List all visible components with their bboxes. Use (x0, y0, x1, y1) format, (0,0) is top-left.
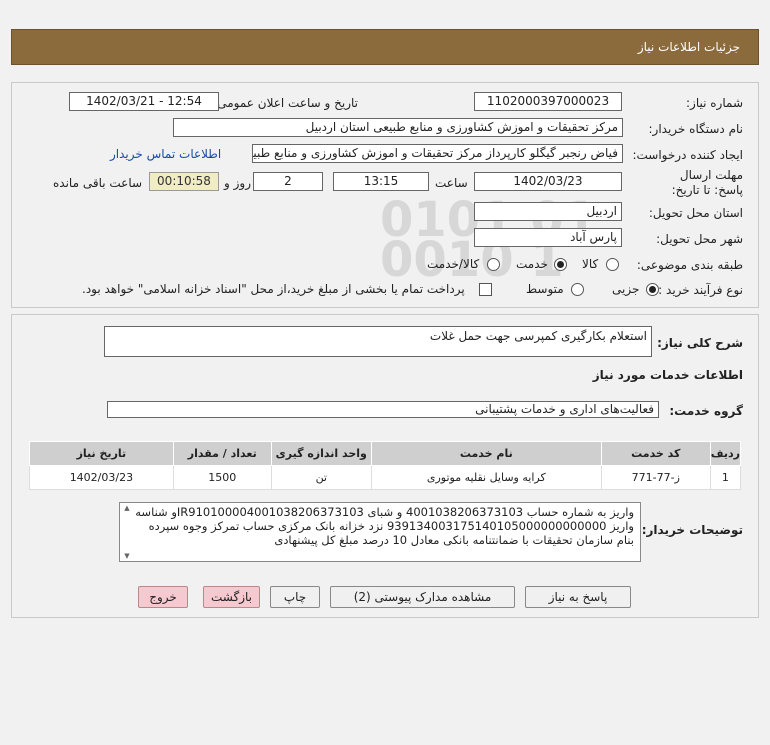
table-row: 1 ز-77-771 کرایه وسایل نقلیه موتوری تن 1… (29, 465, 742, 490)
category-goods-label: کالا (582, 257, 599, 271)
col-name-header: نام خدمت (370, 441, 602, 466)
cell-qty: 1500 (172, 465, 272, 490)
service-group-field: فعالیت‌های اداری و خدمات پشتیبانی (107, 401, 659, 418)
buyer-notes-label: توضیحات خریدار: (641, 523, 743, 537)
col-date-header: تاریخ نیاز (29, 441, 174, 466)
process-medium-radio[interactable] (571, 283, 584, 296)
process-minor-label: جزیی (612, 282, 640, 296)
days-field: 2 (253, 172, 323, 191)
services-heading: اطلاعات خدمات مورد نیاز (592, 368, 743, 382)
category-both-radio[interactable] (487, 258, 500, 271)
announce-field: 1402/03/21 - 12:54 (69, 92, 219, 111)
service-group-label: گروه خدمت: (669, 404, 743, 418)
col-row-header: ردیف (709, 441, 742, 466)
treasury-note: پرداخت تمام یا بخشی از مبلغ خرید،از محل … (82, 282, 465, 296)
category-label: طبقه بندی موضوعی: (636, 258, 743, 272)
remaining-label: ساعت باقی مانده (53, 176, 143, 190)
buyer-label: نام دستگاه خریدار: (648, 122, 744, 136)
col-unit-header: واحد اندازه گیری (270, 441, 372, 466)
buyer-notes-field: واریز به شماره حساب 4001038206373103 و ش… (119, 502, 641, 562)
need-info-panel (11, 82, 759, 308)
announce-label: تاریخ و ساعت اعلان عمومی: (213, 96, 358, 110)
category-both-label: کالا/خدمت (427, 257, 480, 271)
attachments-button[interactable]: مشاهده مدارک پیوستی (2) (330, 586, 515, 608)
process-label: نوع فرآیند خرید : (658, 283, 743, 297)
process-medium-label: متوسط (526, 282, 564, 296)
buyer-contact-link[interactable]: اطلاعات تماس خریدار (110, 147, 221, 161)
exit-button[interactable]: خروج (138, 586, 188, 608)
category-service-radio[interactable] (554, 258, 567, 271)
summary-label: شرح کلی نیاز: (657, 336, 743, 350)
cell-code: ز-77-771 (600, 465, 711, 490)
cell-name: کرایه وسایل نقلیه موتوری (370, 465, 602, 490)
city-field: پارس آباد (474, 228, 622, 247)
province-field: اردبیل (474, 202, 622, 221)
process-minor-radio[interactable] (646, 283, 659, 296)
creator-field: فیاض رنجبر گیگلو کارپرداز مرکز تحقیقات و… (252, 144, 623, 163)
creator-label: ایجاد کننده درخواست: (632, 148, 743, 162)
deadline-time-field: 13:15 (333, 172, 429, 191)
summary-field: استعلام بکارگیری کمپرسی جهت حمل غلات (104, 326, 652, 357)
col-code-header: کد خدمت (600, 441, 711, 466)
col-qty-header: تعداد / مقدار (172, 441, 272, 466)
need-number-label: شماره نیاز: (686, 96, 743, 110)
scroll-up-icon[interactable]: ▲ (122, 504, 132, 512)
deadline-time-label: ساعت (435, 176, 468, 190)
scroll-down-icon[interactable]: ▼ (122, 552, 132, 560)
category-service-label: خدمت (516, 257, 548, 271)
province-label: استان محل تحویل: (648, 206, 743, 220)
cell-date: 1402/03/23 (29, 465, 174, 490)
back-button[interactable]: بازگشت (203, 586, 260, 608)
cell-unit: تن (270, 465, 372, 490)
remaining-time-field: 00:10:58 (149, 172, 219, 191)
days-label: روز و (224, 176, 251, 190)
page-header: جزئیات اطلاعات نیاز (11, 29, 759, 65)
category-goods-radio[interactable] (606, 258, 619, 271)
print-button[interactable]: چاپ (270, 586, 320, 608)
page-title: جزئیات اطلاعات نیاز (637, 40, 740, 54)
treasury-checkbox[interactable] (479, 283, 492, 296)
services-table: ردیف کد خدمت نام خدمت واحد اندازه گیری ت… (29, 441, 742, 490)
reply-button[interactable]: پاسخ به نیاز (525, 586, 631, 608)
cell-row: 1 (709, 465, 742, 490)
table-header-row: ردیف کد خدمت نام خدمت واحد اندازه گیری ت… (29, 441, 742, 466)
deadline-date-field: 1402/03/23 (474, 172, 622, 191)
city-label: شهر محل تحویل: (656, 232, 743, 246)
need-number-field: 1102000397000023 (474, 92, 622, 111)
deadline-label: مهلت ارسال پاسخ: تا تاریخ: (671, 168, 743, 197)
buyer-field: مرکز تحقیقات و اموزش کشاورزی و منابع طبی… (173, 118, 623, 137)
